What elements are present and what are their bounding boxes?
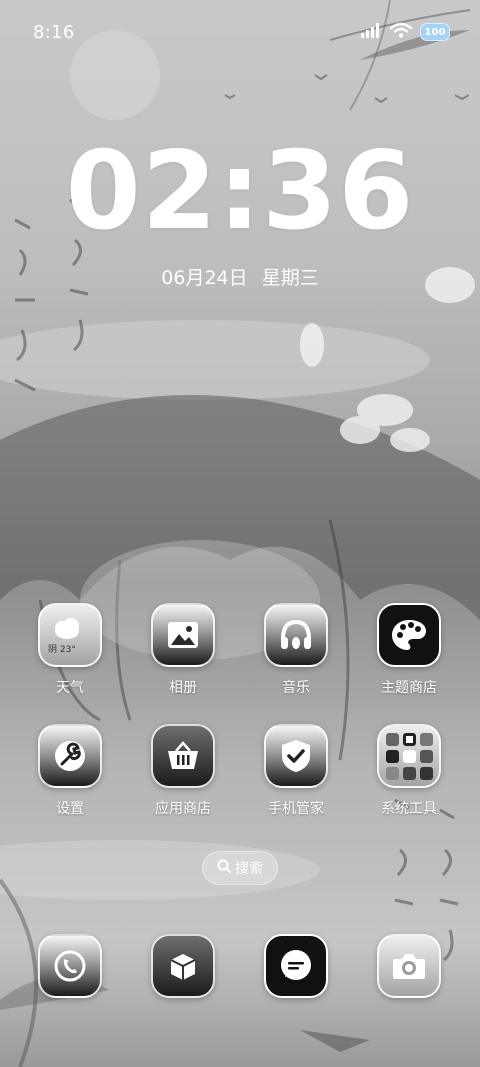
shield-check-icon [264, 724, 328, 788]
app-label: 设置 [56, 801, 84, 817]
search-label: 搜索 [235, 861, 263, 877]
status-bar: 8:16 100 [0, 0, 480, 68]
app-label: 相册 [169, 680, 197, 696]
date-text: 06月24日 [161, 267, 248, 289]
app-weather[interactable]: 阴 23° 天气 [22, 603, 118, 697]
weather-icon: 阴 23° [38, 603, 102, 667]
weather-summary: 阴 23° [48, 645, 76, 655]
folder-preview [385, 732, 433, 780]
dock-phone[interactable] [22, 934, 118, 998]
app-theme-store[interactable]: 主题商店 [361, 603, 457, 697]
store-basket-icon [151, 724, 215, 788]
app-label: 手机管家 [268, 801, 324, 817]
app-music[interactable]: 音乐 [248, 603, 344, 697]
search-button[interactable]: 搜索 [202, 851, 278, 885]
settings-icon [38, 724, 102, 788]
app-label: 应用商店 [155, 801, 211, 817]
status-icons: 100 [360, 22, 450, 42]
folder-icon [377, 724, 441, 788]
app-folder-system-tools[interactable]: 系统工具 [361, 724, 457, 818]
browser-cube-icon [151, 934, 215, 998]
dock-browser[interactable] [135, 934, 231, 998]
signal-icon [360, 22, 382, 42]
app-label: 天气 [56, 680, 84, 696]
app-settings[interactable]: 设置 [22, 724, 118, 818]
app-phone-manager[interactable]: 手机管家 [248, 724, 344, 818]
music-icon [264, 603, 328, 667]
app-store[interactable]: 应用商店 [135, 724, 231, 818]
weekday-text: 星期三 [261, 267, 319, 289]
clock-date: 06月24日 星期三 [0, 263, 480, 290]
app-gallery[interactable]: 相册 [135, 603, 231, 697]
wifi-icon [389, 22, 413, 42]
palette-icon [377, 603, 441, 667]
dock-messages[interactable] [248, 934, 344, 998]
clock-time[interactable]: 02:36 [0, 138, 480, 246]
gallery-icon [151, 603, 215, 667]
search-icon [217, 859, 231, 877]
app-label: 音乐 [282, 680, 310, 696]
status-time: 8:16 [33, 22, 75, 43]
app-label: 主题商店 [381, 680, 437, 696]
app-label: 系统工具 [381, 801, 437, 817]
dock-camera[interactable] [361, 934, 457, 998]
message-icon [264, 934, 328, 998]
battery-icon: 100 [420, 23, 450, 41]
camera-icon [377, 934, 441, 998]
phone-icon [38, 934, 102, 998]
